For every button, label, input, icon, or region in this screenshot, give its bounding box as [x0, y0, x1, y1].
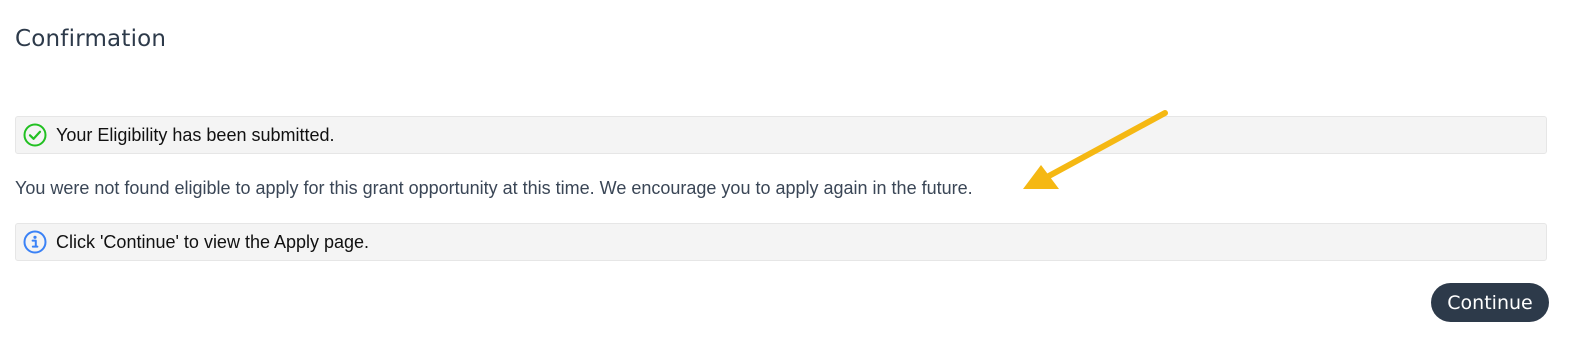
info-circle-icon	[23, 230, 47, 254]
check-circle-icon	[23, 123, 47, 147]
info-banner: Click 'Continue' to view the Apply page.	[15, 223, 1547, 261]
eligibility-message: You were not found eligible to apply for…	[15, 178, 973, 198]
info-banner-text: Click 'Continue' to view the Apply page.	[56, 231, 370, 252]
success-banner-text: Your Eligibility has been submitted.	[56, 124, 335, 145]
success-banner: Your Eligibility has been submitted.	[15, 116, 1547, 154]
arrow-annotation-icon	[1023, 110, 1168, 189]
page-title: Confirmation	[15, 26, 167, 52]
continue-button[interactable]: Continue	[1431, 283, 1549, 322]
